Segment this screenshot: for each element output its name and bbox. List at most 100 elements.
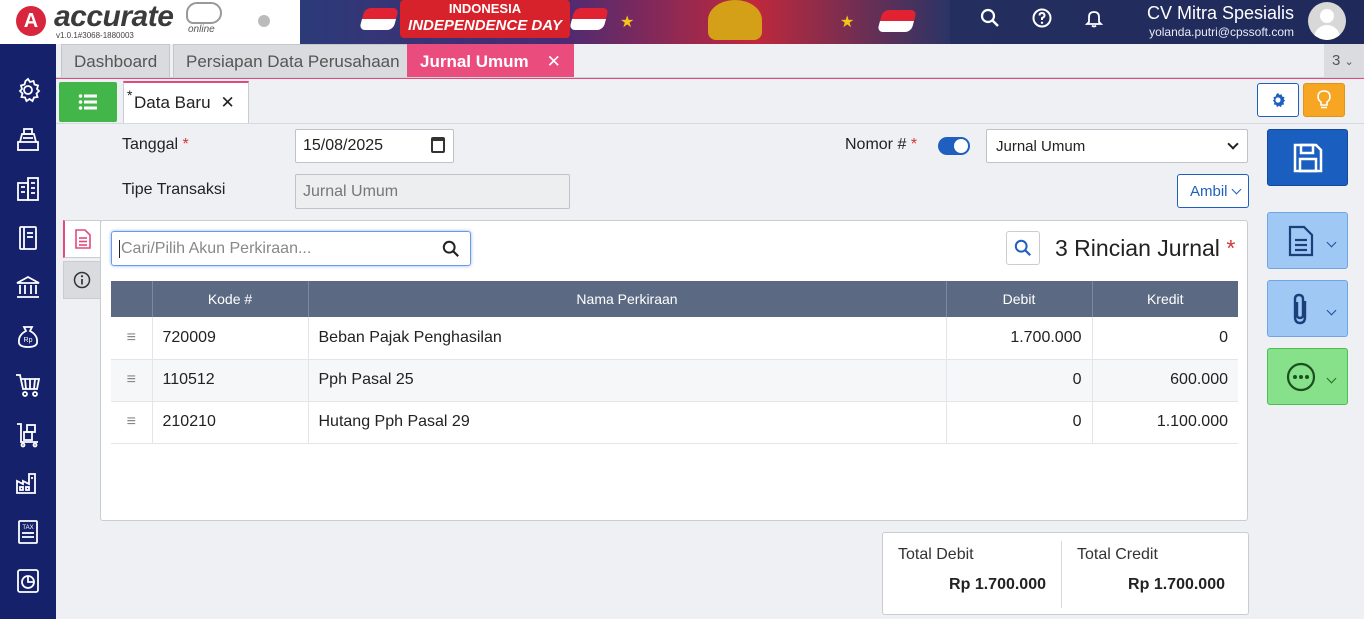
table-row[interactable]: ≡ 720009 Beban Pajak Penghasilan 1.700.0… <box>111 317 1238 360</box>
help-icon[interactable] <box>1027 7 1057 37</box>
nama-column-header[interactable]: Nama Perkiraan <box>308 281 947 317</box>
gear-icon <box>1272 92 1286 108</box>
totals-panel: Total Debit Rp 1.700.000 Total Credit Rp… <box>882 532 1249 615</box>
attachment-menu-button[interactable] <box>1267 280 1348 337</box>
avatar[interactable] <box>1308 2 1346 40</box>
drag-handle-icon[interactable]: ≡ <box>111 401 153 444</box>
tab-jurnal-umum[interactable]: Jurnal Umum ✕ <box>407 44 574 77</box>
cart-icon[interactable] <box>10 367 46 403</box>
nama-cell[interactable]: Beban Pajak Penghasilan <box>308 317 947 360</box>
star-icon: ★ <box>620 14 635 31</box>
debit-cell[interactable]: 0 <box>946 359 1093 402</box>
tab-dashboard[interactable]: Dashboard <box>61 44 171 77</box>
bell-icon[interactable] <box>1079 7 1109 37</box>
tanggal-field[interactable]: 15/08/2025 <box>295 129 454 163</box>
kredit-column-header[interactable]: Kredit <box>1092 281 1238 317</box>
independence-banner: INDONESIA INDEPENDENCE DAY ★ ★ <box>300 0 950 44</box>
ambil-button[interactable]: Ambil <box>1177 174 1249 208</box>
tab-label: Jurnal Umum <box>420 52 529 71</box>
total-credit-value: Rp 1.700.000 <box>1128 576 1225 593</box>
banner-line2: INDEPENDENCE DAY <box>408 17 562 34</box>
money-bag-icon[interactable]: Rp <box>10 318 46 354</box>
debit-cell[interactable]: 1.700.000 <box>946 317 1093 360</box>
tab-persiapan-data[interactable]: Persiapan Data Perusahaan <box>173 44 413 77</box>
document-menu-button[interactable] <box>1267 212 1348 269</box>
buildings-icon[interactable] <box>10 171 46 207</box>
inventory-icon[interactable] <box>10 416 46 452</box>
top-header: A accurate online v1.0.1#3068-1880003 IN… <box>0 0 1364 44</box>
tax-icon[interactable]: TAX <box>10 514 46 550</box>
kode-cell[interactable]: 720009 <box>152 317 309 360</box>
search-icon[interactable] <box>975 7 1005 37</box>
nama-cell[interactable]: Pph Pasal 25 <box>308 359 947 402</box>
flag-icon <box>569 8 609 30</box>
table-row[interactable]: ≡ 110512 Pph Pasal 25 0 600.000 <box>111 359 1238 402</box>
save-button[interactable] <box>1267 129 1348 186</box>
settings-button[interactable] <box>1257 83 1299 117</box>
tips-button[interactable] <box>1303 83 1345 117</box>
logo-text: accurate <box>54 0 174 33</box>
accurate-logo-icon: A <box>16 6 46 36</box>
search-icon[interactable] <box>442 240 460 263</box>
tab-bar: Dashboard Persiapan Data Perusahaan Jurn… <box>56 44 1364 78</box>
list-view-button[interactable] <box>59 82 117 122</box>
kode-column-header[interactable]: Kode # <box>152 281 309 317</box>
close-icon[interactable]: ✕ <box>547 52 561 71</box>
drag-handle-icon[interactable]: ≡ <box>111 359 153 402</box>
tipe-transaksi-field: Jurnal Umum <box>295 174 570 209</box>
kode-cell[interactable]: 110512 <box>152 359 309 402</box>
search-icon <box>1014 239 1031 256</box>
kredit-cell[interactable]: 1.100.000 <box>1092 401 1238 444</box>
subtab-data-baru[interactable]: * Data Baru ✕ <box>123 81 249 124</box>
drag-handle-icon[interactable]: ≡ <box>111 317 153 360</box>
bank-icon[interactable] <box>10 269 46 305</box>
total-debit: Total Debit Rp 1.700.000 <box>883 533 1061 616</box>
grid-search-button[interactable] <box>1006 231 1040 265</box>
tipe-transaksi-label: Tipe Transaksi <box>122 181 226 198</box>
calendar-icon[interactable] <box>431 137 445 153</box>
debit-cell[interactable]: 0 <box>946 401 1093 444</box>
flag-icon <box>359 8 399 30</box>
search-placeholder: Cari/Pilih Akun Perkiraan... <box>121 239 312 257</box>
content-area: * Data Baru ✕ Tanggal * 15/08/2025 Tipe T… <box>56 78 1364 619</box>
tab-label: Dashboard <box>74 52 158 71</box>
app-version: v1.0.1#3068-1880003 <box>56 31 134 40</box>
more-actions-button[interactable] <box>1267 348 1348 405</box>
document-icon <box>74 229 91 249</box>
book-icon[interactable] <box>10 220 46 256</box>
settings-icon[interactable] <box>10 72 46 108</box>
total-credit: Total Credit Rp 1.700.000 <box>1062 533 1240 616</box>
star-icon: ★ <box>840 14 855 31</box>
tab-detail[interactable] <box>63 220 101 258</box>
table-row[interactable]: ≡ 210210 Hutang Pph Pasal 29 0 1.100.000 <box>111 401 1238 444</box>
garuda-emblem <box>708 0 762 40</box>
tab-count[interactable]: 3 ⌄ <box>1324 44 1364 77</box>
tanggal-label: Tanggal * <box>122 136 189 153</box>
list-icon <box>78 94 97 110</box>
journal-detail-title: 3 Rincian Jurnal * <box>1055 235 1236 261</box>
logo-sub: online <box>188 24 215 35</box>
nama-cell[interactable]: Hutang Pph Pasal 29 <box>308 401 947 444</box>
report-icon[interactable] <box>10 563 46 599</box>
flag-icon <box>877 10 917 32</box>
kode-cell[interactable]: 210210 <box>152 401 309 444</box>
company-info[interactable]: CV Mitra Spesialis yolanda.putri@cpssoft… <box>1147 2 1294 40</box>
journal-detail-panel: Cari/Pilih Akun Perkiraan... 3 Rincian J… <box>100 220 1248 521</box>
cash-register-icon[interactable] <box>10 122 46 158</box>
toggle-knob <box>954 139 968 153</box>
document-icon <box>1288 225 1313 256</box>
auto-number-toggle[interactable] <box>938 137 970 155</box>
factory-icon[interactable] <box>10 465 46 501</box>
save-icon <box>1293 143 1322 172</box>
tipe-transaksi-value: Jurnal Umum <box>303 182 399 200</box>
debit-column-header[interactable]: Debit <box>946 281 1093 317</box>
kredit-cell[interactable]: 600.000 <box>1092 359 1238 402</box>
close-icon[interactable]: ✕ <box>221 93 235 112</box>
chevron-down-icon <box>1227 138 1239 150</box>
account-search-input[interactable]: Cari/Pilih Akun Perkiraan... <box>111 231 471 266</box>
tab-info[interactable] <box>63 261 101 299</box>
handle-column-header <box>111 281 153 317</box>
subtab-label: Data Baru <box>134 93 211 112</box>
kredit-cell[interactable]: 0 <box>1092 317 1238 360</box>
nomor-select[interactable]: Jurnal Umum <box>986 129 1248 163</box>
